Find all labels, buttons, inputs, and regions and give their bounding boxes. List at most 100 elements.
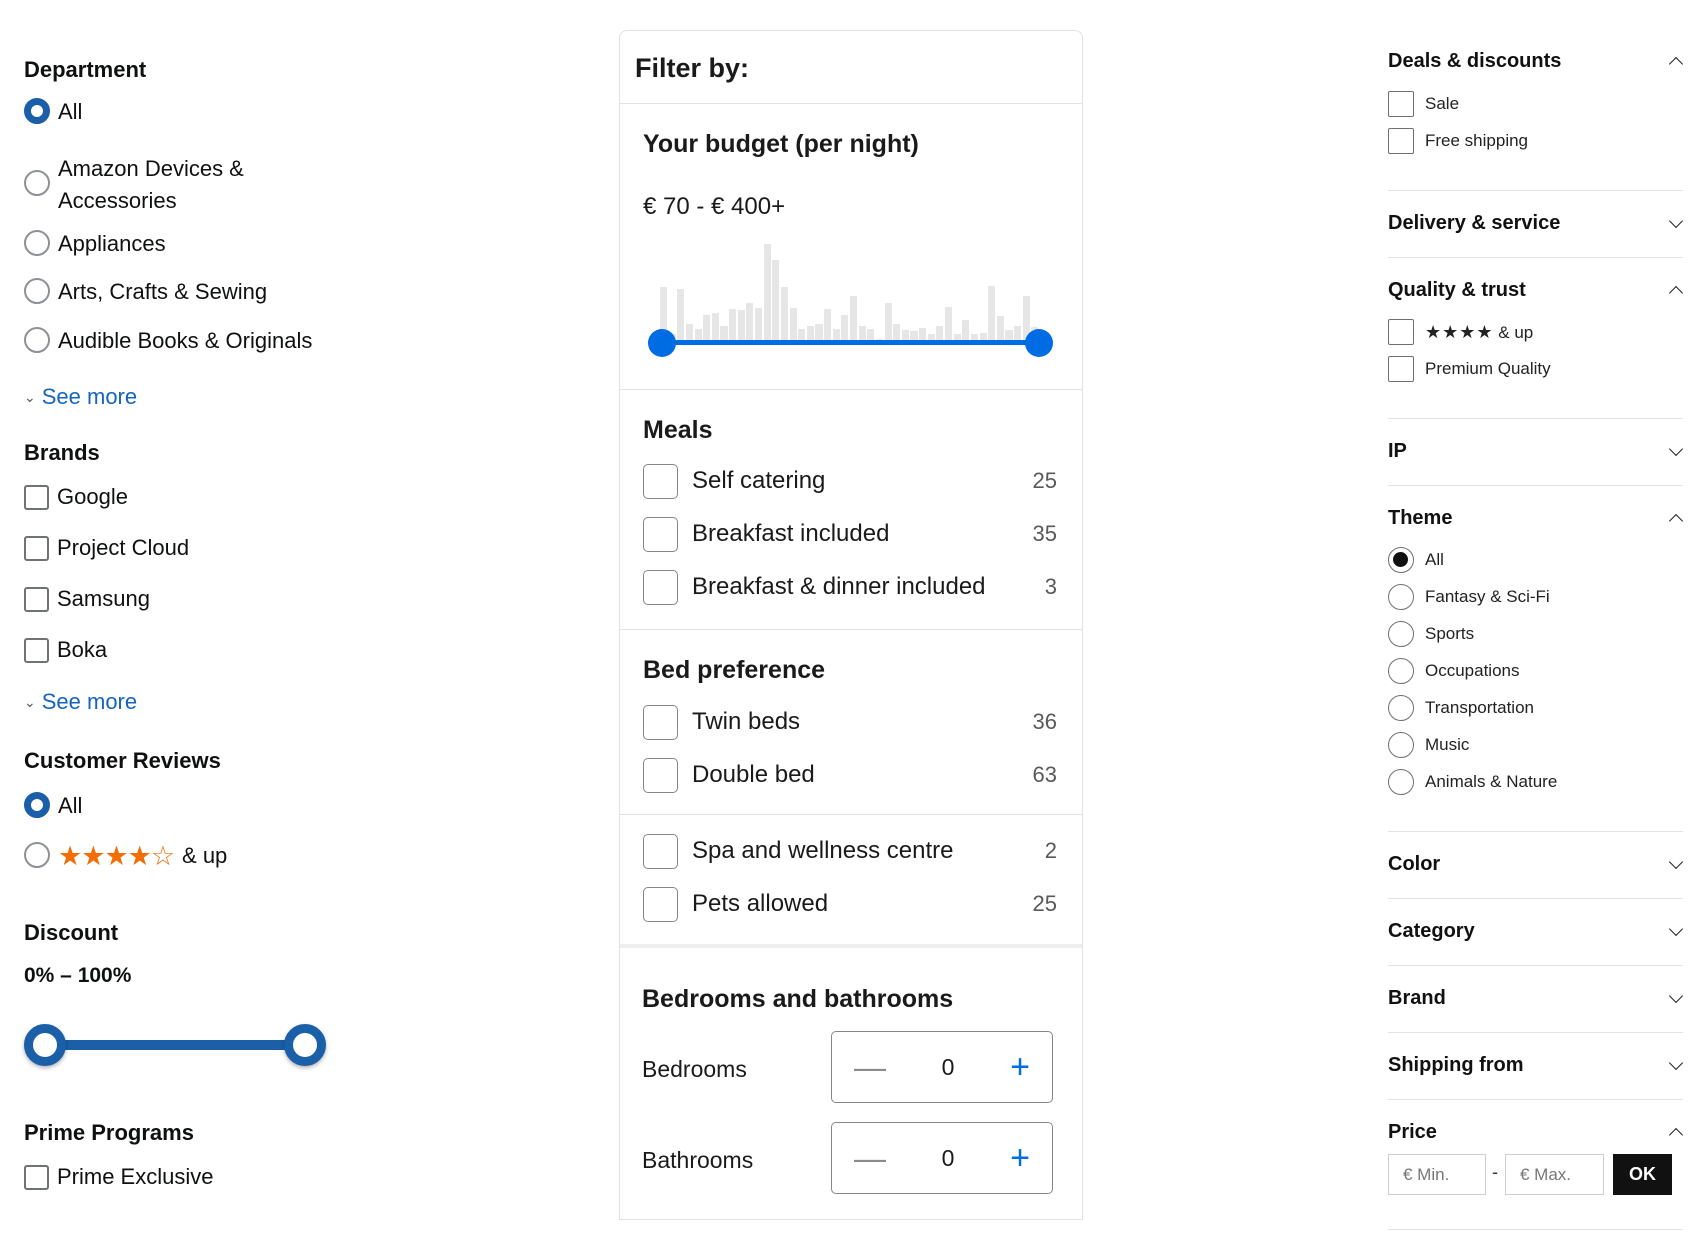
budget-slider-track[interactable]	[660, 340, 1038, 345]
increment-button[interactable]: +	[1010, 1139, 1030, 1178]
price-ok-button[interactable]: OK	[1613, 1154, 1672, 1195]
checkbox-icon[interactable]	[24, 637, 49, 663]
price-min-input[interactable]: € Min.	[1388, 1154, 1486, 1195]
department-option-amazon-devices[interactable]: Amazon Devices & Accessories	[24, 153, 244, 217]
discount-max-handle[interactable]	[284, 1024, 326, 1066]
facility-option-pets[interactable]: Pets allowed 25	[643, 886, 1057, 922]
department-option-arts-crafts[interactable]: Arts, Crafts & Sewing	[24, 276, 267, 308]
star-rating-icon: ★★★★☆	[58, 841, 175, 871]
radio-icon[interactable]	[1388, 621, 1414, 647]
checkbox-icon[interactable]	[1388, 91, 1414, 117]
radio-selected-icon[interactable]	[24, 792, 50, 818]
price-max-input[interactable]: € Max.	[1505, 1154, 1604, 1195]
chevron-down-icon[interactable]	[1669, 924, 1683, 938]
checkbox-icon[interactable]	[643, 833, 678, 869]
checkbox-icon[interactable]	[643, 516, 678, 552]
brand-option-samsung[interactable]: Samsung	[24, 586, 150, 612]
deals-discounts-header[interactable]: Deals & discounts	[1388, 46, 1683, 76]
radio-icon[interactable]	[1388, 695, 1414, 721]
quality-option-4-stars[interactable]: ★★★★ & up	[1388, 319, 1533, 345]
ip-header[interactable]: IP	[1388, 436, 1683, 466]
meal-option-self-catering[interactable]: Self catering 25	[643, 463, 1057, 499]
price-title: Price	[1388, 1120, 1437, 1143]
deals-option-sale[interactable]: Sale	[1388, 91, 1459, 117]
bed-option-twin[interactable]: Twin beds 36	[643, 704, 1057, 740]
bed-option-double[interactable]: Double bed 63	[643, 757, 1057, 793]
brands-see-more-link[interactable]: ⌄ See more	[24, 689, 137, 715]
theme-option-sports[interactable]: Sports	[1388, 621, 1474, 647]
quality-option-premium[interactable]: Premium Quality	[1388, 356, 1551, 382]
radio-selected-icon[interactable]	[24, 98, 50, 124]
theme-option-transportation[interactable]: Transportation	[1388, 695, 1534, 721]
checkbox-icon[interactable]	[1388, 356, 1414, 382]
checkbox-icon[interactable]	[24, 484, 49, 510]
radio-icon[interactable]	[24, 842, 50, 868]
radio-icon[interactable]	[24, 230, 50, 256]
budget-max-handle[interactable]	[1025, 329, 1053, 357]
chevron-down-icon[interactable]	[1669, 1058, 1683, 1072]
chevron-down-icon[interactable]	[1669, 444, 1683, 458]
color-header[interactable]: Color	[1388, 849, 1683, 879]
reviews-option-4-stars[interactable]: ★★★★☆ & up	[24, 840, 227, 872]
radio-icon[interactable]	[1388, 732, 1414, 758]
theme-option-music[interactable]: Music	[1388, 732, 1469, 758]
brand-option-project-cloud[interactable]: Project Cloud	[24, 535, 189, 561]
price-header[interactable]: Price	[1388, 1117, 1683, 1147]
chevron-down-icon[interactable]	[1669, 857, 1683, 871]
checkbox-icon[interactable]	[24, 1164, 49, 1190]
theme-option-fantasy[interactable]: Fantasy & Sci-Fi	[1388, 584, 1550, 610]
shipping-from-header[interactable]: Shipping from	[1388, 1050, 1683, 1080]
brand-header[interactable]: Brand	[1388, 983, 1683, 1013]
budget-min-handle[interactable]	[648, 329, 676, 357]
checkbox-icon[interactable]	[643, 569, 678, 605]
radio-icon[interactable]	[24, 170, 50, 196]
budget-range-value: € 70 - € 400+	[643, 193, 786, 220]
deals-option-label: Sale	[1425, 94, 1460, 113]
checkbox-icon[interactable]	[643, 757, 678, 793]
decrement-button[interactable]: —	[854, 1140, 886, 1177]
brand-option-boka[interactable]: Boka	[24, 637, 107, 663]
department-option-appliances[interactable]: Appliances	[24, 228, 166, 260]
checkbox-icon[interactable]	[24, 586, 49, 612]
increment-button[interactable]: +	[1010, 1048, 1030, 1087]
theme-option-all[interactable]: All	[1388, 547, 1444, 573]
chevron-down-icon[interactable]	[1669, 991, 1683, 1005]
discount-min-handle[interactable]	[24, 1024, 66, 1066]
decrement-button[interactable]: —	[854, 1049, 886, 1086]
radio-selected-icon[interactable]	[1388, 547, 1414, 573]
deals-option-free-shipping[interactable]: Free shipping	[1388, 128, 1528, 154]
prime-exclusive-option[interactable]: Prime Exclusive	[24, 1164, 213, 1190]
brand-option-google[interactable]: Google	[24, 484, 128, 510]
department-see-more-link[interactable]: ⌄ See more	[24, 384, 137, 410]
category-header[interactable]: Category	[1388, 916, 1683, 946]
checkbox-icon[interactable]	[643, 704, 678, 740]
radio-icon[interactable]	[24, 278, 50, 304]
radio-icon[interactable]	[1388, 658, 1414, 684]
theme-option-occupations[interactable]: Occupations	[1388, 658, 1520, 684]
checkbox-icon[interactable]	[24, 535, 49, 561]
facility-option-spa[interactable]: Spa and wellness centre 2	[643, 833, 1057, 869]
reviews-option-label: All	[58, 793, 83, 818]
checkbox-icon[interactable]	[1388, 319, 1414, 345]
radio-icon[interactable]	[24, 327, 50, 353]
checkbox-icon[interactable]	[643, 463, 678, 499]
meal-option-breakfast-included[interactable]: Breakfast included 35	[643, 516, 1057, 552]
chevron-up-icon[interactable]	[1669, 54, 1683, 68]
radio-icon[interactable]	[1388, 769, 1414, 795]
chevron-up-icon[interactable]	[1669, 1125, 1683, 1139]
radio-icon[interactable]	[1388, 584, 1414, 610]
quality-trust-header[interactable]: Quality & trust	[1388, 275, 1683, 305]
checkbox-icon[interactable]	[643, 886, 678, 922]
checkbox-icon[interactable]	[1388, 128, 1414, 154]
department-option-audible[interactable]: Audible Books & Originals	[24, 325, 312, 357]
delivery-service-header[interactable]: Delivery & service	[1388, 208, 1683, 238]
chevron-up-icon[interactable]	[1669, 283, 1683, 297]
meal-option-breakfast-dinner[interactable]: Breakfast & dinner included 3	[643, 569, 1057, 605]
chevron-down-icon[interactable]	[1669, 216, 1683, 230]
theme-header[interactable]: Theme	[1388, 503, 1683, 533]
department-option-all[interactable]: All	[24, 96, 82, 128]
chevron-up-icon[interactable]	[1669, 511, 1683, 525]
reviews-option-all[interactable]: All	[24, 790, 82, 822]
theme-option-animals[interactable]: Animals & Nature	[1388, 769, 1557, 795]
discount-slider-track[interactable]	[44, 1040, 299, 1050]
